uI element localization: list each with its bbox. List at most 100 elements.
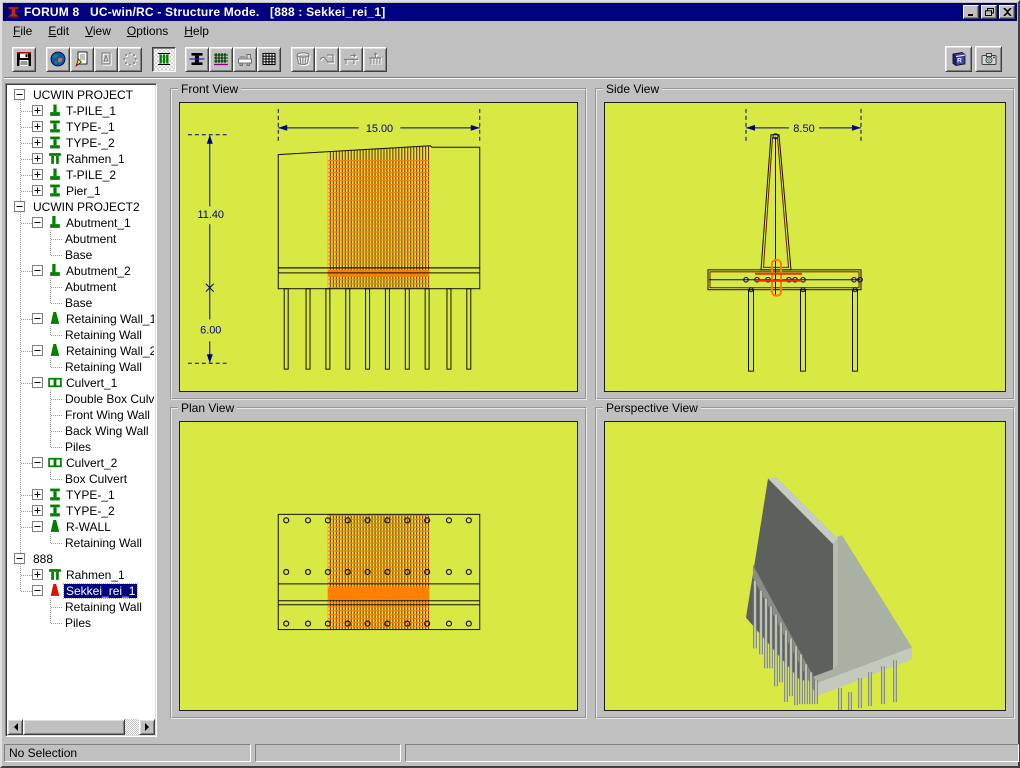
save-button[interactable] — [12, 47, 36, 72]
tree-item-label[interactable]: TYPE-_2 — [64, 136, 117, 150]
tree-item-type-1[interactable]: TYPE-_1 — [8, 119, 154, 135]
tree-item-sekkei-rei-1[interactable]: Sekkei_rei_1 — [8, 583, 154, 599]
tree-item-label[interactable]: Back Wing Wall — [63, 424, 151, 438]
tree-item-back-wing-wall[interactable]: Back Wing Wall — [8, 423, 154, 439]
tree-item-label[interactable]: Piles — [63, 440, 93, 454]
menu-options[interactable]: Options — [119, 22, 176, 40]
scroll-right-button[interactable] — [139, 719, 155, 735]
tree-item-label[interactable]: Pier_1 — [64, 184, 103, 198]
tree-expand-box[interactable] — [32, 313, 43, 324]
tree-item-label[interactable]: Rahmen_1 — [64, 568, 127, 582]
tree-item-rahmen-1[interactable]: Rahmen_1 — [8, 151, 154, 167]
tree-item-r-wall[interactable]: R-WALL — [8, 519, 154, 535]
close-button[interactable] — [999, 5, 1015, 19]
tree-item-culvert-2[interactable]: Culvert_2 — [8, 455, 154, 471]
bar-bench-button[interactable] — [233, 47, 257, 72]
tree-item-retaining-wall-1[interactable]: Retaining Wall_1 — [8, 311, 154, 327]
tree-item-base[interactable]: Base — [8, 295, 154, 311]
tree-item-label[interactable]: Box Culvert — [63, 472, 129, 486]
scroll-left-button[interactable] — [7, 719, 23, 735]
report-book-button[interactable]: R — [945, 46, 972, 72]
tree-item-label[interactable]: Culvert_2 — [64, 456, 119, 470]
restore-button[interactable] — [981, 5, 997, 19]
tree-expand-box[interactable] — [32, 217, 43, 228]
tree-item-abutment[interactable]: Abutment — [8, 231, 154, 247]
tree-item-front-wing-wall[interactable]: Front Wing Wall — [8, 407, 154, 423]
tree-item-label[interactable]: R-WALL — [64, 520, 113, 534]
tree-item-label[interactable]: Retaining Wall — [63, 600, 144, 614]
tree-item-label[interactable]: Retaining Wall — [63, 536, 144, 550]
tree-item-pier-1[interactable]: Pier_1 — [8, 183, 154, 199]
tree-item-ucwin-project2[interactable]: UCWIN PROJECT2 — [8, 199, 154, 215]
tree-expand-box[interactable] — [32, 105, 43, 116]
tree-item-abutment[interactable]: Abutment — [8, 279, 154, 295]
tree-item-label[interactable]: Rahmen_1 — [64, 152, 127, 166]
tree-item-retaining-wall[interactable]: Retaining Wall — [8, 599, 154, 615]
tree-item-label[interactable]: T-PILE_1 — [64, 104, 118, 118]
tree-item-label[interactable]: Retaining Wall_2 — [64, 344, 154, 358]
tree-item-label[interactable]: Base — [63, 248, 94, 262]
tree-expand-box[interactable] — [32, 153, 43, 164]
tree-item-label[interactable]: Front Wing Wall — [63, 408, 152, 422]
tree-item-retaining-wall[interactable]: Retaining Wall — [8, 535, 154, 551]
plan-view-canvas[interactable] — [179, 421, 578, 711]
tree-item-box-culvert[interactable]: Box Culvert — [8, 471, 154, 487]
rebar-arrangement-button[interactable] — [209, 47, 233, 72]
tree-item-label[interactable]: Retaining Wall — [63, 328, 144, 342]
table-grid-button[interactable] — [257, 47, 281, 72]
front-view-canvas[interactable]: 15.00 11.40 6.00 — [179, 102, 578, 392]
tree-expand-box[interactable] — [14, 89, 25, 100]
tree-item-piles[interactable]: Piles — [8, 439, 154, 455]
tree-item-label[interactable]: Abutment — [63, 232, 118, 246]
minimize-button[interactable] — [963, 5, 979, 19]
side-view-canvas[interactable]: 8.50 — [604, 102, 1006, 392]
tree-item-base[interactable]: Base — [8, 247, 154, 263]
tree-item-label[interactable]: Sekkei_rei_1 — [64, 584, 137, 598]
tree-item-retaining-wall[interactable]: Retaining Wall — [8, 327, 154, 343]
tree-horizontal-scrollbar[interactable] — [7, 719, 155, 735]
tree-expand-box[interactable] — [14, 553, 25, 564]
tree-expand-box[interactable] — [32, 121, 43, 132]
tree-item-label[interactable]: TYPE-_1 — [64, 120, 117, 134]
tree-item-label[interactable]: Retaining Wall — [63, 360, 144, 374]
tree-item-label[interactable]: TYPE-_1 — [64, 488, 117, 502]
ibeam-section-button[interactable] — [185, 47, 209, 72]
tree-item-rahmen-1[interactable]: Rahmen_1 — [8, 567, 154, 583]
tree-expand-box[interactable] — [32, 169, 43, 180]
tree-item-ucwin-project[interactable]: UCWIN PROJECT — [8, 87, 154, 103]
tree-item-label[interactable]: UCWIN PROJECT — [31, 88, 135, 102]
tree-item-label[interactable]: Double Box Culvert — [63, 392, 154, 406]
tree-expand-box[interactable] — [32, 521, 43, 532]
tree-item-piles[interactable]: Piles — [8, 615, 154, 631]
menu-file[interactable]: File — [5, 22, 40, 40]
tree-item-888[interactable]: 888 — [8, 551, 154, 567]
tree-item-double-box-culvert[interactable]: Double Box Culvert — [8, 391, 154, 407]
world-button[interactable] — [46, 47, 70, 72]
tree-item-label[interactable]: Retaining Wall_1 — [64, 312, 154, 326]
tree-viewport-splitter[interactable] — [158, 83, 164, 737]
perspective-view-canvas[interactable] — [604, 421, 1006, 711]
tree-item-label[interactable]: UCWIN PROJECT2 — [31, 200, 142, 214]
tree-item-label[interactable]: Piles — [63, 616, 93, 630]
tree-item-retaining-wall[interactable]: Retaining Wall — [8, 359, 154, 375]
report-edit-button[interactable] — [70, 47, 94, 72]
tree-item-label[interactable]: Culvert_1 — [64, 376, 119, 390]
tree-expand-box[interactable] — [14, 201, 25, 212]
tree-item-culvert-1[interactable]: Culvert_1 — [8, 375, 154, 391]
tree-item-abutment-2[interactable]: Abutment_2 — [8, 263, 154, 279]
tree-item-type-1[interactable]: TYPE-_1 — [8, 487, 154, 503]
menu-view[interactable]: View — [77, 22, 119, 40]
scrollbar-thumb[interactable] — [23, 719, 125, 735]
tree-item-label[interactable]: 888 — [31, 552, 55, 566]
tree-expand-box[interactable] — [32, 569, 43, 580]
menu-edit[interactable]: Edit — [40, 22, 77, 40]
tree-expand-box[interactable] — [32, 585, 43, 596]
tree-item-label[interactable]: Abutment_2 — [64, 264, 133, 278]
tree-item-label[interactable]: Abutment_1 — [64, 216, 133, 230]
tree-item-retaining-wall-2[interactable]: Retaining Wall_2 — [8, 343, 154, 359]
tree-expand-box[interactable] — [32, 137, 43, 148]
tree-expand-box[interactable] — [32, 489, 43, 500]
snapshot-button[interactable] — [975, 46, 1002, 72]
tree-expand-box[interactable] — [32, 457, 43, 468]
tree-expand-box[interactable] — [32, 377, 43, 388]
